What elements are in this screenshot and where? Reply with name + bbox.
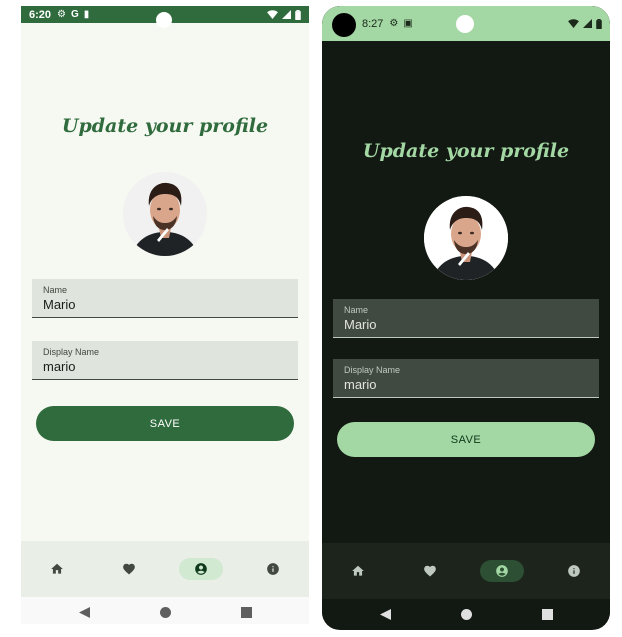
- wifi-icon: [267, 10, 278, 19]
- nav-item-home[interactable]: [35, 558, 79, 580]
- bottom-navigation: [21, 541, 309, 597]
- display-name-field-label: Display Name: [344, 365, 401, 375]
- display-name-field[interactable]: Display Name mario: [333, 359, 599, 398]
- info-icon: [568, 565, 580, 577]
- signal-icon: [583, 19, 592, 28]
- battery-icon: [596, 18, 602, 29]
- page-title: Update your profile: [362, 140, 570, 162]
- heart-icon: [424, 565, 436, 577]
- display-name-field-label: Display Name: [43, 347, 100, 357]
- recents-icon[interactable]: [541, 608, 553, 620]
- name-field-value[interactable]: Mario: [344, 317, 588, 332]
- status-time: 6:20: [29, 8, 52, 21]
- text-field-icon: ▣: [403, 17, 413, 29]
- wifi-icon: [568, 19, 579, 28]
- home-icon: [352, 565, 364, 576]
- display-name-field-value[interactable]: mario: [344, 377, 588, 392]
- home-circle-icon[interactable]: [460, 608, 472, 620]
- back-icon[interactable]: [379, 608, 391, 620]
- gear-icon: ⚙: [57, 8, 66, 20]
- sim-card-icon: ▮: [83, 8, 90, 20]
- gear-icon: ⚙: [389, 17, 399, 29]
- account-circle-icon: [195, 563, 207, 575]
- nav-item-favorites[interactable]: [107, 558, 151, 580]
- name-field-label: Name: [344, 305, 369, 315]
- page-title: Update your profile: [61, 115, 269, 137]
- back-icon[interactable]: [78, 606, 90, 618]
- battery-icon: [295, 9, 301, 20]
- profile-photo: [123, 172, 207, 256]
- name-field-value[interactable]: Mario: [43, 297, 287, 312]
- signal-icon: [282, 10, 291, 19]
- home-icon: [51, 563, 63, 574]
- heart-icon: [123, 563, 135, 575]
- nav-item-info[interactable]: [251, 558, 295, 580]
- name-field[interactable]: Name Mario: [32, 279, 298, 318]
- bottom-navigation: [322, 543, 610, 599]
- save-button[interactable]: SAVE: [337, 422, 595, 457]
- profile-photo: [424, 196, 508, 280]
- display-name-field[interactable]: Display Name mario: [32, 341, 298, 380]
- camera-cutout: [156, 12, 172, 28]
- save-button[interactable]: SAVE: [36, 406, 294, 441]
- nav-item-profile[interactable]: [480, 560, 524, 582]
- google-icon: G: [71, 8, 79, 20]
- nav-item-profile[interactable]: [179, 558, 223, 580]
- light-theme-screen: 6:20 ⚙ G ▮ Update your profile Name Mari…: [21, 6, 309, 624]
- camera-cutout: [456, 15, 474, 33]
- nav-item-favorites[interactable]: [408, 560, 452, 582]
- display-name-field-value[interactable]: mario: [43, 359, 287, 374]
- name-field-label: Name: [43, 285, 68, 295]
- system-navigation-bar: [322, 599, 610, 629]
- nav-item-home[interactable]: [336, 560, 380, 582]
- info-icon: [267, 563, 279, 575]
- dark-theme-screen: 8:27 ⚙ ▣ Update your profile Name Mario …: [322, 6, 610, 630]
- name-field[interactable]: Name Mario: [333, 299, 599, 338]
- status-right-icons: [267, 9, 301, 20]
- nav-item-info[interactable]: [552, 560, 596, 582]
- profile-avatar[interactable]: [424, 196, 508, 280]
- system-navigation-bar: [21, 597, 309, 624]
- status-right-icons: [568, 18, 602, 29]
- account-circle-icon: [496, 565, 508, 577]
- front-camera: [332, 13, 356, 37]
- home-circle-icon[interactable]: [159, 606, 171, 618]
- profile-avatar[interactable]: [123, 172, 207, 256]
- recents-icon[interactable]: [240, 606, 252, 618]
- status-time: 8:27: [362, 17, 384, 30]
